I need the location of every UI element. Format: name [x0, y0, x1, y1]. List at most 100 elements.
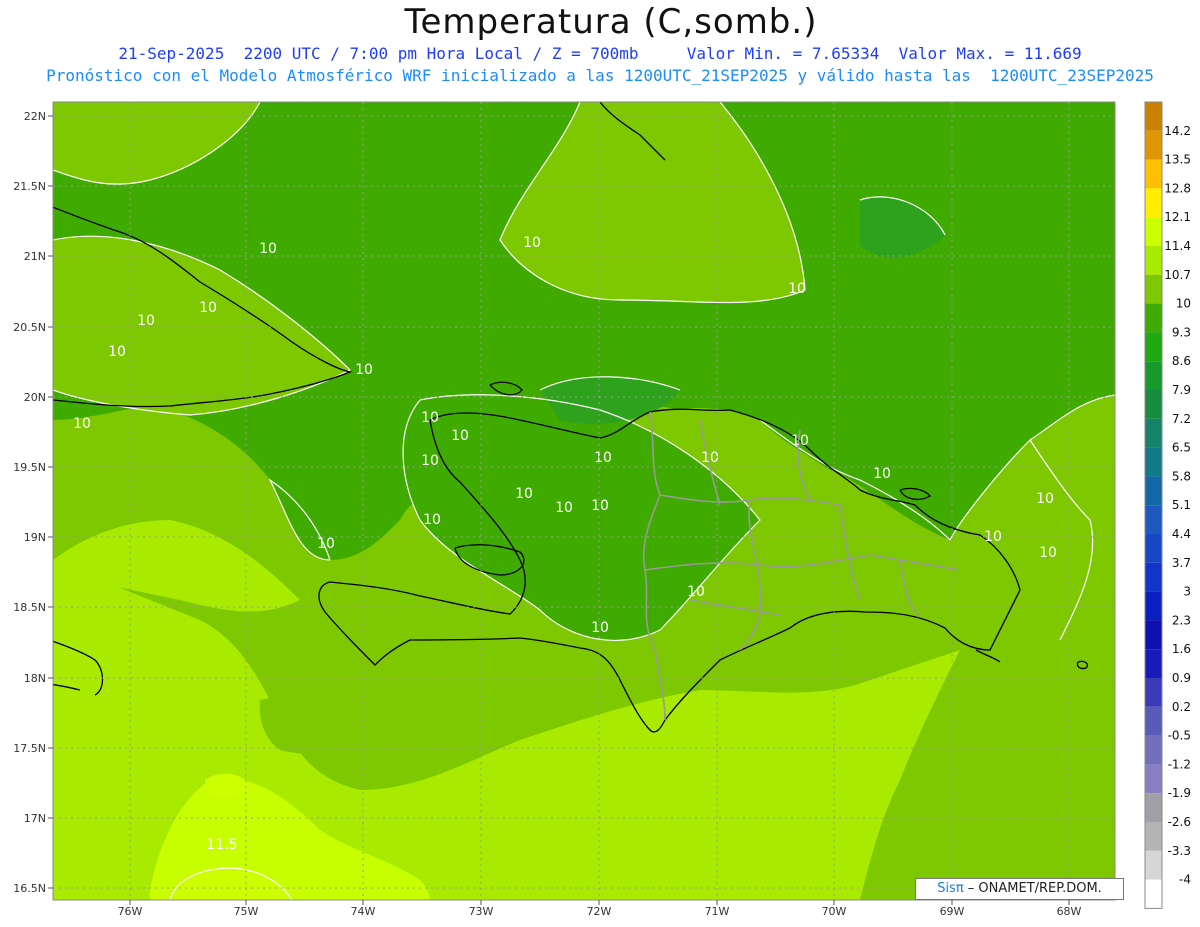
- shaded-field: [53, 102, 1115, 900]
- colorbar-label: -2.6: [1168, 815, 1191, 829]
- colorbar-label: 5.1: [1172, 498, 1191, 512]
- contour-label: 10: [594, 450, 612, 466]
- colorbar-swatch: [1145, 476, 1162, 506]
- lat-tick-label: 18.5N: [13, 601, 46, 614]
- colorbar-label: 14.2: [1164, 124, 1191, 138]
- colorbar-label: -0.5: [1168, 729, 1191, 743]
- latitude-axis: 22N 21.5N 21N 20.5N 20N 19.5N 19N 18.5N 18N 17.5N…: [13, 110, 53, 895]
- colorbar-label: 7.2: [1172, 412, 1191, 426]
- colorbar-label: 10: [1176, 297, 1191, 311]
- colorbar-swatch: [1145, 188, 1162, 218]
- colorbar-swatch: [1145, 879, 1162, 909]
- lat-tick-label: 20N: [24, 391, 46, 404]
- lat-tick-label: 21N: [24, 250, 46, 263]
- colorbar-swatch: [1145, 274, 1162, 304]
- contour-label: 10: [701, 450, 719, 466]
- lon-tick-label: 70W: [822, 905, 847, 918]
- lat-tick-label: 20.5N: [13, 321, 46, 334]
- temperature-map: 10 10 10 10 10 10 10 10 10 10 10 10 10 10 10 10 10 10 10 10…: [13, 101, 1191, 918]
- contour-label: 10: [591, 498, 609, 514]
- colorbar-label: 10.7: [1164, 268, 1191, 282]
- colorbar-label: -3.3: [1168, 844, 1191, 858]
- colorbar-swatch: [1145, 591, 1162, 621]
- lat-tick-label: 19.5N: [13, 461, 46, 474]
- lat-tick-label: 17N: [24, 812, 46, 825]
- contour-label: 10: [523, 235, 541, 251]
- contour-label: 10: [421, 410, 439, 426]
- colorbar-label: -1.9: [1168, 786, 1191, 800]
- colorbar-swatch: [1145, 534, 1162, 563]
- contour-label: 10: [451, 428, 469, 444]
- contour-label: 10: [355, 362, 373, 378]
- contour-label: 10: [137, 313, 155, 329]
- contour-label: 10: [788, 281, 806, 297]
- lat-tick-label: 22N: [24, 110, 46, 123]
- lon-tick-label: 75W: [234, 905, 259, 918]
- colorbar-swatch: [1145, 735, 1162, 765]
- colorbar-label: 7.9: [1172, 383, 1191, 397]
- contour-label: 10: [873, 466, 891, 482]
- colorbar-swatch: [1145, 246, 1162, 275]
- colorbar-label: 8.6: [1172, 354, 1191, 368]
- lat-tick-label: 19N: [24, 531, 46, 544]
- colorbar: 14.2 13.5 12.8 12.1 11.4 10.7 10 9.3 8.6 7.9 7.2 6.…: [1144, 101, 1191, 909]
- credit-brand: Sisπ: [937, 881, 964, 896]
- contour-label: 10: [1036, 491, 1054, 507]
- contour-label: 10: [555, 500, 573, 516]
- lon-tick-label: 71W: [705, 905, 730, 918]
- colorbar-label: 3: [1183, 585, 1191, 599]
- lon-tick-label: 72W: [587, 905, 612, 918]
- contour-label: 10: [199, 300, 217, 316]
- colorbar-swatch: [1145, 418, 1162, 448]
- lon-tick-label: 76W: [118, 905, 143, 918]
- contour-label: 10: [515, 486, 533, 502]
- lat-tick-label: 17.5N: [13, 742, 46, 755]
- lon-tick-label: 69W: [940, 905, 965, 918]
- contour-label: 10: [791, 433, 809, 449]
- contour-label: 10: [317, 536, 335, 552]
- colorbar-label: 12.1: [1164, 210, 1191, 224]
- colorbar-swatch: [1145, 217, 1162, 246]
- colorbar-label: 4.4: [1172, 527, 1191, 541]
- contour-label: 10: [259, 241, 277, 257]
- colorbar-swatch: [1145, 620, 1162, 650]
- lat-tick-label: 16.5N: [13, 882, 46, 895]
- colorbar-label: 0.9: [1172, 671, 1191, 685]
- contour-label: 10: [421, 453, 439, 469]
- colorbar-label: 3.7: [1172, 556, 1191, 570]
- colorbar-swatch: [1145, 332, 1162, 362]
- colorbar-swatch: [1145, 822, 1162, 851]
- lon-tick-label: 68W: [1057, 905, 1082, 918]
- credit-text: – ONAMET/REP.DOM.: [963, 881, 1102, 896]
- colorbar-label: 11.4: [1164, 239, 1191, 253]
- lat-tick-label: 18N: [24, 672, 46, 685]
- colorbar-swatch: [1145, 793, 1162, 822]
- colorbar-label: -1.2: [1168, 757, 1191, 771]
- colorbar-label: 12.8: [1164, 181, 1191, 195]
- colorbar-label: 5.8: [1172, 469, 1191, 483]
- lat-tick-label: 21.5N: [13, 180, 46, 193]
- colorbar-swatch: [1145, 649, 1162, 678]
- lon-tick-label: 73W: [469, 905, 494, 918]
- colorbar-swatch: [1145, 361, 1162, 390]
- colorbar-label: 6.5: [1172, 441, 1191, 455]
- colorbar-swatch: [1145, 850, 1162, 880]
- contour-label: 10: [687, 584, 705, 600]
- contour-label: 10: [108, 344, 126, 360]
- contour-label: 10: [73, 416, 91, 432]
- colorbar-label: 2.3: [1172, 613, 1191, 627]
- colorbar-swatch: [1145, 505, 1162, 534]
- contour-label: 10: [423, 512, 441, 528]
- contour-label: 11.5: [206, 837, 237, 853]
- contour-label: 10: [984, 529, 1002, 545]
- colorbar-swatch: [1145, 303, 1162, 333]
- longitude-axis: 76W 75W 74W 73W 72W 71W 70W 69W 68W: [118, 900, 1082, 918]
- colorbar-label: 9.3: [1172, 325, 1191, 339]
- lon-tick-label: 74W: [351, 905, 376, 918]
- credit-box: Sisπ – ONAMET/REP.DOM.: [915, 878, 1124, 900]
- colorbar-label: 0.2: [1172, 700, 1191, 714]
- contour-label: 10: [591, 620, 609, 636]
- colorbar-swatch: [1145, 130, 1162, 160]
- colorbar-swatch: [1145, 447, 1162, 477]
- colorbar-swatch: [1145, 102, 1162, 131]
